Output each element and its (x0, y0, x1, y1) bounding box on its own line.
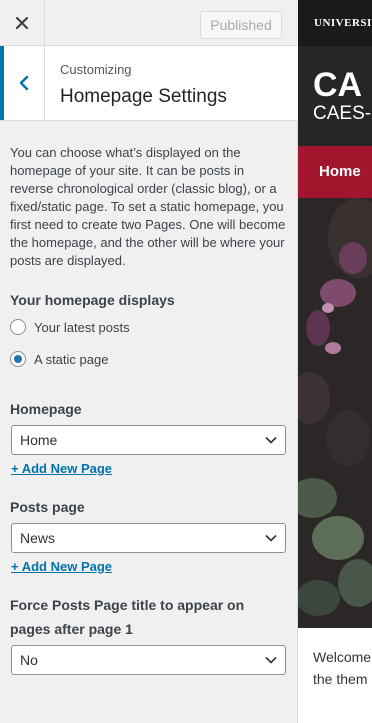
section-description: You can choose what’s displayed on the h… (10, 145, 286, 268)
add-new-homepage-link[interactable]: + Add New Page (11, 461, 112, 476)
hero-flower-image (298, 198, 372, 628)
welcome-text: Welcome the them (313, 646, 371, 690)
homepage-displays-label: Your homepage displays (10, 292, 175, 308)
section-title: Homepage Settings (60, 86, 227, 107)
university-name: UNIVERSIT (314, 17, 372, 29)
site-preview[interactable]: UNIVERSIT CA CAES- Home Welcome the them (298, 0, 372, 723)
site-nav: Home (298, 146, 372, 198)
radio-static-page[interactable]: A static page (10, 349, 108, 369)
select-value: No (20, 652, 38, 668)
force-title-select[interactable]: No (11, 645, 286, 675)
site-logo[interactable]: CA (313, 66, 362, 105)
site-subtitle: CAES- (313, 103, 372, 124)
publish-button[interactable]: Published (200, 11, 282, 39)
homepage-label: Homepage (10, 401, 82, 417)
force-title-label: Force Posts Page title to appear on page… (10, 597, 245, 637)
close-button[interactable] (0, 0, 45, 46)
hero-image (298, 198, 372, 628)
posts-page-label: Posts page (10, 499, 85, 515)
radio-label: A static page (34, 351, 109, 367)
breadcrumb: Customizing (60, 62, 132, 77)
chevron-left-icon (19, 75, 29, 91)
radio-button[interactable] (10, 351, 26, 367)
customizer-panel: Published Customizing Homepage Settings … (0, 0, 298, 723)
radio-latest-posts[interactable]: Your latest posts (10, 317, 130, 337)
homepage-select[interactable]: Home (11, 425, 286, 455)
chevron-down-icon (265, 534, 277, 542)
section-header: Customizing Homepage Settings (0, 46, 298, 121)
university-bar: UNIVERSIT (298, 0, 372, 46)
add-new-posts-page-link[interactable]: + Add New Page (11, 559, 112, 574)
posts-page-select[interactable]: News (11, 523, 286, 553)
chevron-down-icon (265, 436, 277, 444)
welcome-line: Welcome (313, 649, 372, 665)
select-value: Home (20, 432, 58, 448)
site-header: CA CAES- (298, 46, 372, 146)
customizer-topbar: Published (0, 0, 298, 46)
chevron-down-icon (265, 656, 277, 664)
radio-button[interactable] (10, 319, 26, 335)
nav-home-link[interactable]: Home (319, 163, 361, 180)
back-button[interactable] (0, 46, 45, 120)
close-icon (16, 17, 28, 29)
welcome-line: the them (313, 671, 368, 687)
select-value: News (20, 530, 56, 546)
radio-label: Your latest posts (34, 319, 130, 335)
